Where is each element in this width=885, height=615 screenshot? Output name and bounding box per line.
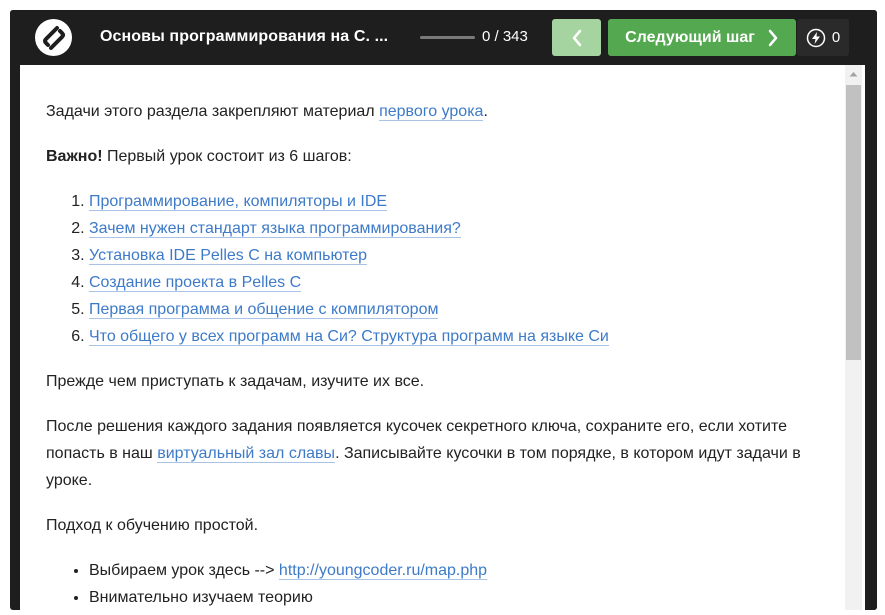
list-item: Создание проекта в Pelles C: [89, 269, 816, 296]
progress-text: 0 / 343: [482, 28, 528, 45]
step-link-2[interactable]: Зачем нужен стандарт языка программирова…: [89, 220, 461, 238]
secret-key-paragraph: После решения каждого задания появляется…: [46, 413, 816, 494]
list-item: Установка IDE Pelles C на компьютер: [89, 242, 816, 269]
course-title[interactable]: Основы программирования на С. ...: [100, 28, 388, 46]
chevron-right-icon: [767, 29, 779, 47]
intro-text: Задачи этого раздела закрепляют материал: [46, 103, 380, 120]
progress-bar: [420, 36, 475, 39]
step-link-1[interactable]: Программирование, компиляторы и IDE: [89, 193, 388, 211]
important-paragraph: Важно! Первый урок состоит из 6 шагов:: [46, 143, 816, 170]
next-step-button[interactable]: Следующий шаг: [608, 19, 796, 56]
chevron-left-icon: [572, 29, 581, 46]
first-lesson-link[interactable]: первого урока: [379, 103, 484, 121]
approach-list: Выбираем урок здесь --> http://youngcode…: [46, 557, 816, 610]
step-link-5[interactable]: Первая программа и общение с компиляторо…: [89, 301, 439, 319]
step-link-4[interactable]: Создание проекта в Pelles C: [89, 274, 302, 292]
important-text: Первый урок состоит из 6 шагов:: [102, 148, 352, 165]
list-item: Программирование, компиляторы и IDE: [89, 188, 816, 215]
stepik-logo-icon: [42, 25, 65, 50]
scroll-up-arrow-icon[interactable]: [845, 65, 862, 82]
next-step-label: Следующий шаг: [625, 28, 755, 46]
step-content: Задачи этого раздела закрепляют материал…: [20, 65, 837, 610]
step-link-6[interactable]: Что общего у всех программ на Си? Структ…: [89, 328, 609, 346]
hall-of-fame-link[interactable]: виртуальный зал славы: [157, 445, 336, 463]
logo[interactable]: [35, 19, 72, 56]
bullet-text: Выбираем урок здесь -->: [89, 562, 279, 579]
window-edge: [865, 65, 877, 610]
list-item: Что общего у всех программ на Си? Структ…: [89, 323, 816, 350]
scrollbar[interactable]: [837, 65, 865, 610]
intro-end: .: [483, 103, 488, 120]
step-link-3[interactable]: Установка IDE Pelles C на компьютер: [89, 247, 368, 265]
scroll-thumb[interactable]: [846, 85, 861, 360]
top-bar: Основы программирования на С. ... 0 / 34…: [10, 10, 877, 65]
map-link[interactable]: http://youngcoder.ru/map.php: [278, 562, 488, 580]
bullet-text: Внимательно изучаем теорию: [89, 589, 313, 606]
study-paragraph: Прежде чем приступать к задачам, изучите…: [46, 373, 425, 390]
list-item: Внимательно изучаем теорию: [89, 584, 816, 610]
list-item: Выбираем урок здесь --> http://youngcode…: [89, 557, 816, 584]
intro-paragraph: Задачи этого раздела закрепляют материал…: [46, 98, 816, 125]
approach-paragraph: Подход к обучению простой.: [46, 517, 259, 534]
app-window: Основы программирования на С. ... 0 / 34…: [10, 10, 877, 610]
energy-count: 0: [831, 29, 841, 46]
important-label: Важно!: [46, 148, 103, 165]
list-item: Зачем нужен стандарт языка программирова…: [89, 215, 816, 242]
energy-counter[interactable]: 0: [797, 19, 849, 56]
lightning-icon: [806, 28, 826, 48]
list-item: Первая программа и общение с компиляторо…: [89, 296, 816, 323]
steps-list: Программирование, компиляторы и IDE Заче…: [46, 188, 816, 350]
previous-step-button[interactable]: [552, 19, 601, 56]
